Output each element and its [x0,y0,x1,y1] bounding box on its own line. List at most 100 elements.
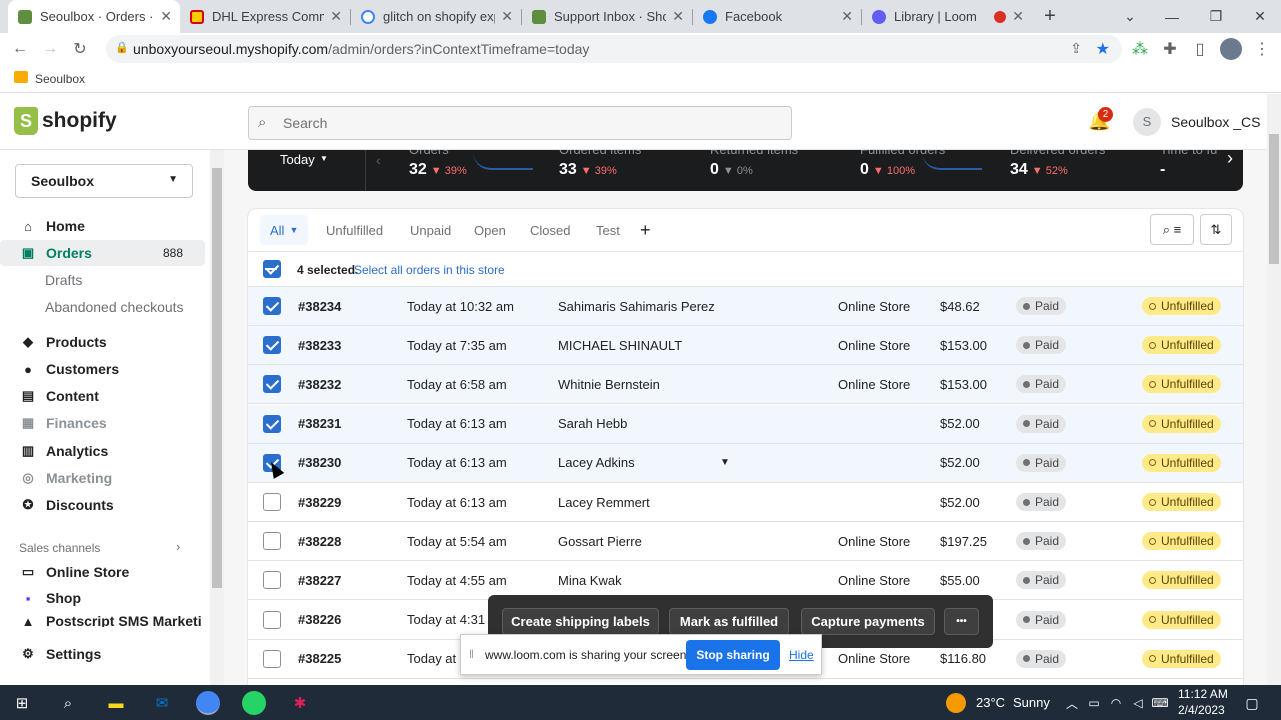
slack-icon[interactable]: ✱ [288,691,312,715]
chevron-up-icon[interactable]: ︿ [1060,691,1084,715]
chevron-left-icon[interactable]: ‹ [376,152,381,168]
order-id[interactable]: #38232 [298,377,341,392]
search-input[interactable]: ⌕ Search [248,106,792,140]
browser-menu-icon[interactable]: ⋮ [1252,39,1272,59]
order-id[interactable]: #38225 [298,651,341,666]
sidebar-scrollbar[interactable] [210,150,224,685]
row-checkbox[interactable] [263,532,281,551]
sidebar-item-drafts[interactable]: Drafts [0,267,205,293]
browser-tab-google[interactable]: glitch on shopify export ✕ [351,0,521,33]
capture-payments-button[interactable]: Capture payments [801,608,935,635]
url-bar[interactable]: 🔒 unboxyourseoul.myshopify.com/admin/ord… [106,35,1122,63]
notifications-icon[interactable]: ▢ [1240,691,1264,715]
table-row[interactable]: #38231 Today at 6:13 am Sarah Hebb $52.00 Pa… [248,404,1243,444]
close-tab-icon[interactable]: ✕ [330,8,342,25]
period-selector[interactable]: Today ▼ [248,150,366,191]
more-actions-button[interactable]: ••• [944,608,979,635]
select-all-link[interactable]: Select all orders in this store [354,263,505,277]
browser-tab-facebook[interactable]: Facebook ✕ [693,0,861,33]
sidebar-item-shop[interactable]: ▪ Shop [0,585,205,611]
order-customer[interactable]: MICHAEL SHINAULT [558,338,682,353]
order-id[interactable]: #38230 [298,455,341,470]
sidebar-item-settings[interactable]: ⚙ Settings [0,641,205,667]
profile-avatar-icon[interactable] [1220,38,1242,60]
row-checkbox[interactable] [263,610,281,629]
row-checkbox[interactable] [263,649,281,668]
create-shipping-labels-button[interactable]: Create shipping labels [502,608,659,635]
scrollbar-thumb[interactable] [212,168,222,588]
back-icon[interactable]: ← [10,39,30,59]
sidebar-item-finances[interactable]: ▦ Finances [0,410,205,436]
sidebar-item-products[interactable]: ◆ Products [0,329,205,355]
order-id[interactable]: #38226 [298,612,341,627]
order-customer[interactable]: Mina Kwak [558,573,622,588]
bookmark-star-icon[interactable]: ★ [1096,39,1110,59]
tab-all[interactable]: All ▼ [260,215,309,245]
table-row[interactable]: #38234 Today at 10:32 am Sahimaris Sahimar… [248,287,1243,326]
caret-down-icon[interactable]: ▼ [720,457,730,468]
order-id[interactable]: #38231 [298,416,341,431]
add-view-button[interactable]: + [630,215,661,245]
store-selector[interactable]: Seoulbox ▼ [15,164,193,198]
browser-tab-dhl[interactable]: DHL Express Commerce ✕ [180,0,350,33]
search-filter-button[interactable]: ⌕ ≡ [1150,214,1194,245]
maximize-icon[interactable]: ❐ [1196,0,1236,33]
stop-sharing-button[interactable]: Stop sharing [686,640,780,670]
speaker-icon[interactable]: ◁ [1126,691,1150,715]
minimize-icon[interactable]: — [1152,0,1192,33]
sidebar-item-orders[interactable]: ▣ Orders 888 [0,240,205,266]
tab-open[interactable]: Open [464,215,516,245]
tab-test[interactable]: Test [586,215,630,245]
tab-unfulfilled[interactable]: Unfulfilled [316,215,393,245]
order-id[interactable]: #38234 [298,299,341,314]
browser-tab-support-inbox[interactable]: Support Inbox · Shopify ✕ [522,0,692,33]
sort-button[interactable]: ⇅ [1200,214,1232,245]
table-row[interactable]: #38228 Today at 5:54 am Gossart Pierre Onli… [248,522,1243,562]
avatar[interactable]: S [1133,108,1161,136]
close-tab-icon[interactable]: ✕ [841,8,853,25]
drag-handle-icon[interactable]: ‖ [469,647,474,661]
chrome-icon[interactable] [196,691,220,715]
sidebar-item-abandoned[interactable]: Abandoned checkouts [0,294,205,320]
order-customer[interactable]: Lacey Adkins [558,455,635,470]
shopify-logo[interactable]: S shopify [14,107,117,135]
row-checkbox[interactable] [263,297,281,315]
windows-start-icon[interactable]: ⊞ [10,691,34,715]
sidebar-item-customers[interactable]: ● Customers [0,356,205,382]
new-tab-button[interactable]: + [1030,0,1070,33]
row-checkbox[interactable] [263,571,281,590]
user-name[interactable]: Seoulbox _CS [1171,114,1261,130]
order-customer[interactable]: Sarah Hebb [558,416,627,431]
battery-icon[interactable]: ▭ [1082,691,1106,715]
sidebar-item-marketing[interactable]: ◎ Marketing [0,465,205,491]
whatsapp-icon[interactable] [242,691,266,715]
language-icon[interactable]: ⌨ [1148,691,1172,715]
bookmark-seoulbox[interactable]: Seoulbox [35,72,85,86]
order-id[interactable]: #38228 [298,534,341,549]
extension-icon[interactable]: ⁂ [1130,39,1150,59]
sidebar-item-home[interactable]: ⌂ Home [0,213,205,239]
order-customer[interactable]: Gossart Pierre [558,534,642,549]
row-checkbox[interactable] [263,414,281,433]
close-tab-icon[interactable]: ✕ [672,8,684,25]
close-window-icon[interactable]: ✕ [1240,0,1280,33]
scrollbar-thumb[interactable] [1269,134,1279,264]
order-id[interactable]: #38229 [298,495,341,510]
sidebar-item-discounts[interactable]: ✪ Discounts [0,492,205,518]
order-customer[interactable]: Whitnie Bernstein [558,377,660,392]
order-id[interactable]: #38227 [298,573,341,588]
row-checkbox[interactable] [263,336,281,355]
side-panel-icon[interactable]: ▯ [1190,39,1210,59]
hide-link[interactable]: Hide [789,648,814,662]
puzzle-extensions-icon[interactable]: ✚ [1160,39,1180,59]
mail-icon[interactable]: ✉ [150,691,174,715]
chevron-right-icon[interactable]: › [1227,150,1233,169]
file-explorer-icon[interactable]: ▬ [104,691,128,715]
page-scrollbar[interactable] [1267,94,1281,685]
search-icon[interactable]: ⌕ [56,691,80,715]
table-row[interactable]: #38230 Today at 6:13 am Lacey Adkins ▼ $52.0… [248,443,1243,483]
chevron-right-icon[interactable]: › [176,539,180,554]
reload-icon[interactable]: ↻ [70,39,90,59]
sidebar-item-content[interactable]: ▤ Content [0,383,205,409]
tab-search-icon[interactable]: ⌄ [1110,0,1150,33]
